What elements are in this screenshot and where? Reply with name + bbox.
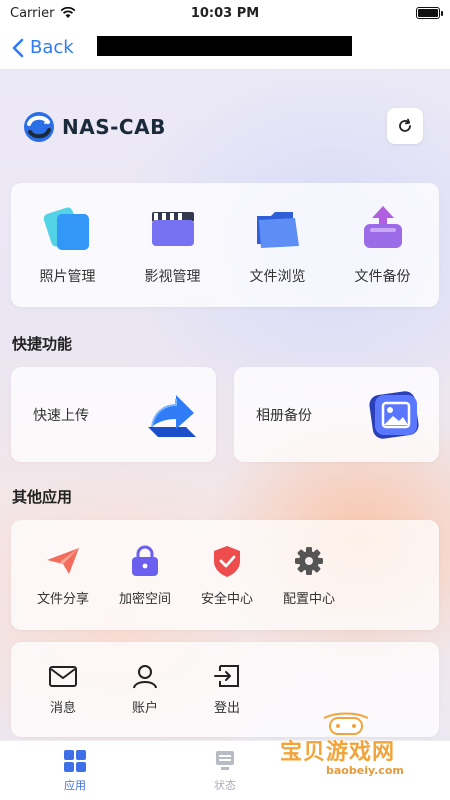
wifi-icon	[61, 7, 76, 18]
paper-plane-icon	[47, 547, 79, 574]
refresh-button[interactable]	[387, 108, 423, 144]
quick-section-title: 快捷功能	[12, 335, 73, 353]
status-bar: Carrier 10:03 PM	[0, 0, 450, 26]
tab-apps[interactable]: 应用	[0, 741, 150, 800]
nas-cab-logo-icon	[24, 112, 54, 142]
tile-share[interactable]: 文件分享	[23, 544, 103, 607]
album-backup-card[interactable]: 相册备份	[234, 367, 439, 462]
tile-encrypted-label: 加密空间	[118, 591, 171, 607]
tile-video-label: 影视管理	[144, 269, 201, 285]
chevron-left-icon	[12, 38, 24, 57]
tile-encrypted[interactable]: 加密空间	[105, 544, 185, 607]
carrier-label: Carrier	[10, 5, 55, 21]
tile-security[interactable]: 安全中心	[187, 544, 267, 607]
user-icon	[133, 665, 157, 689]
refresh-icon	[399, 118, 411, 132]
tile-backup[interactable]: 文件备份	[333, 204, 433, 286]
brand-name: NAS-CAB	[62, 115, 166, 139]
tile-share-label: 文件分享	[36, 591, 89, 607]
tile-photos-label: 照片管理	[39, 269, 96, 285]
lock-icon	[132, 545, 158, 576]
tile-logout-label: 登出	[213, 701, 240, 716]
tab-status-label: 状态	[214, 779, 236, 792]
tile-files-label: 文件浏览	[249, 269, 306, 285]
tile-account[interactable]: 账户	[105, 663, 185, 716]
navigation-bar: Back	[0, 26, 450, 70]
upload-arrow-icon	[148, 394, 196, 437]
tile-messages-label: 消息	[49, 701, 76, 716]
folder-icon	[256, 212, 299, 248]
brand: NAS-CAB	[22, 110, 166, 144]
other-section-title: 其他应用	[12, 488, 73, 506]
redacted-title	[97, 36, 352, 56]
tile-security-label: 安全中心	[200, 591, 253, 607]
server-icon	[216, 751, 234, 770]
back-label: Back	[30, 37, 74, 58]
main-apps-card: 照片管理 影视管理 文件浏览 文件备份	[11, 183, 439, 307]
tile-messages[interactable]: 消息	[23, 663, 103, 716]
app-home: NAS-CAB 照片管理 影视管理 文件浏览 文件备份 快捷功能 快速上传 相册…	[0, 70, 450, 740]
tile-photos[interactable]: 照片管理	[18, 204, 118, 286]
shield-icon	[214, 545, 240, 577]
photos-icon	[43, 207, 89, 250]
backup-icon	[363, 206, 402, 248]
tile-config[interactable]: 配置中心	[269, 544, 349, 607]
tile-account-label: 账户	[131, 701, 158, 716]
tile-logout[interactable]: 登出	[187, 663, 267, 716]
quick-upload-label: 快速上传	[33, 407, 89, 424]
grid-icon	[64, 750, 86, 772]
mail-icon	[49, 666, 77, 687]
tab-bar: 应用 状态	[0, 740, 450, 800]
album-backup-label: 相册备份	[256, 407, 312, 424]
gear-icon	[295, 546, 323, 575]
tile-config-label: 配置中心	[282, 591, 335, 607]
quick-upload-card[interactable]: 快速上传	[11, 367, 216, 462]
tab-third[interactable]	[300, 741, 450, 800]
account-card: 消息 账户 登出	[11, 642, 439, 737]
battery-icon	[416, 7, 443, 19]
tile-backup-label: 文件备份	[354, 269, 411, 285]
tab-status[interactable]: 状态	[150, 741, 300, 800]
logout-icon	[214, 665, 239, 687]
album-icon	[369, 390, 419, 439]
tab-apps-label: 应用	[64, 779, 86, 792]
tile-files[interactable]: 文件浏览	[228, 204, 328, 286]
tile-video[interactable]: 影视管理	[123, 204, 223, 286]
video-icon	[151, 212, 194, 246]
back-button[interactable]: Back	[12, 37, 74, 58]
other-apps-card: 文件分享 加密空间 安全中心 配置中心	[11, 520, 439, 630]
